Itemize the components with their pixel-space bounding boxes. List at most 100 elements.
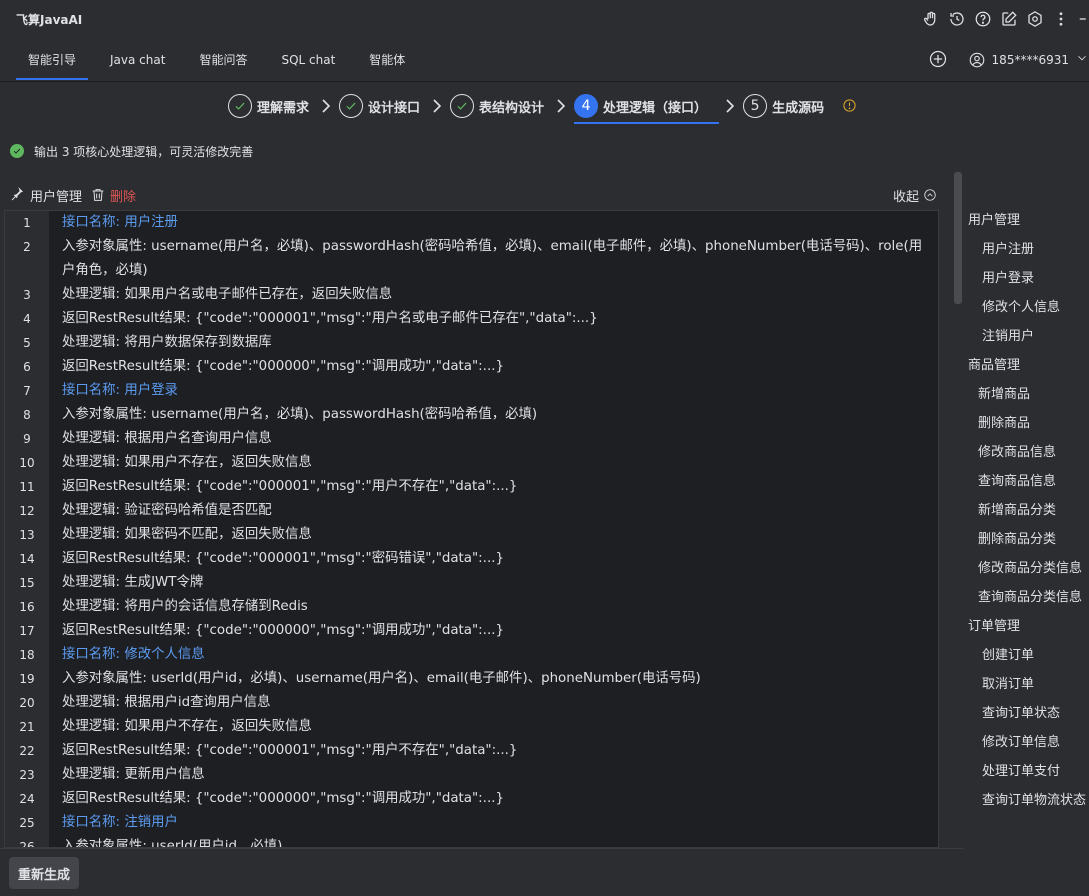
step-label: 处理逻辑（接口） <box>603 100 708 116</box>
step-understand-requirements[interactable]: 理解需求 <box>228 88 313 124</box>
tab-smart-guide[interactable]: 智能引导 <box>16 38 89 82</box>
chevron-down-icon <box>1075 51 1089 68</box>
nav-item[interactable]: 删除商品 <box>962 409 1089 438</box>
code-text[interactable]: 处理逻辑: 如果用户不存在，返回失败信息 <box>49 451 938 475</box>
code-text[interactable]: 返回RestResult结果: {"code":"000001","msg":"… <box>49 475 938 499</box>
line-number: 19 <box>19 672 35 686</box>
code-line: 12 处理逻辑: 验证密码哈希值是否匹配 <box>5 499 938 523</box>
nav-item[interactable]: 用户注册 <box>962 235 1089 264</box>
tab-smart-qa[interactable]: 智能问答 <box>187 38 259 82</box>
logic-editor[interactable]: 1 接口名称: 用户注册 2 入参对象属性: username(用户名，必填)、pas… <box>4 210 939 848</box>
interface-name-line[interactable]: 接口名称: 用户注册 <box>49 211 938 235</box>
line-number: 26 <box>19 840 35 848</box>
edit-icon[interactable] <box>999 9 1019 29</box>
check-icon <box>450 94 475 118</box>
code-text[interactable]: 处理逻辑: 根据用户名查询用户信息 <box>49 427 938 451</box>
line-number: 11 <box>19 480 35 494</box>
minimize-icon[interactable] <box>1077 9 1087 29</box>
nav-item[interactable]: 取消订单 <box>962 670 1089 699</box>
step-table-design[interactable]: 表结构设计 <box>450 88 548 124</box>
nav-item[interactable]: 修改订单信息 <box>962 728 1089 757</box>
line-number: 2 <box>23 240 31 254</box>
code-line: 19 入参对象属性: userId(用户id，必填)、username(用户名)、… <box>5 667 938 691</box>
interface-name-line[interactable]: 接口名称: 注销用户 <box>49 811 938 835</box>
trash-icon <box>92 189 104 201</box>
code-text[interactable]: 返回RestResult结果: {"code":"000001","msg":"… <box>49 307 938 331</box>
code-text[interactable]: 处理逻辑: 生成JWT令牌 <box>49 571 938 595</box>
settings-icon[interactable] <box>1025 9 1045 29</box>
interface-name-line[interactable]: 接口名称: 修改个人信息 <box>49 643 938 667</box>
check-icon <box>339 94 364 118</box>
line-number: 16 <box>19 600 35 614</box>
nav-item[interactable]: 创建订单 <box>962 641 1089 670</box>
nav-item[interactable]: 修改商品信息 <box>962 438 1089 467</box>
nav-item[interactable]: 修改商品分类信息 <box>962 554 1089 583</box>
code-line: 17 返回RestResult结果: {"code":"000000","msg"… <box>5 619 938 643</box>
code-text[interactable]: 入参对象属性: userId(用户id，必填) <box>49 835 938 847</box>
tab-sql-chat[interactable]: SQL chat <box>269 38 347 82</box>
new-session-button[interactable] <box>928 49 950 71</box>
chevron-right-icon <box>426 88 448 124</box>
code-text[interactable]: 处理逻辑: 如果用户不存在，返回失败信息 <box>49 715 938 739</box>
line-number: 23 <box>19 768 35 782</box>
code-text[interactable]: 入参对象属性: userId(用户id，必填)、username(用户名)、em… <box>49 667 938 691</box>
code-text[interactable]: 处理逻辑: 将用户数据保存到数据库 <box>49 331 938 355</box>
nav-item[interactable]: 新增商品 <box>962 380 1089 409</box>
nav-item[interactable]: 用户登录 <box>962 264 1089 293</box>
nav-item[interactable]: 删除商品分类 <box>962 525 1089 554</box>
step-generate-source[interactable]: 5 生成源码 <box>743 88 828 124</box>
code-text[interactable]: 返回RestResult结果: {"code":"000001","msg":"… <box>49 547 938 571</box>
user-icon <box>969 52 984 67</box>
line-number: 21 <box>19 720 35 734</box>
code-text[interactable]: 处理逻辑: 更新用户信息 <box>49 763 938 787</box>
nav-item[interactable]: 查询订单物流状态 <box>962 786 1089 815</box>
info-warning-icon[interactable] <box>842 98 858 114</box>
code-text[interactable]: 返回RestResult结果: {"code":"000000","msg":"… <box>49 787 938 811</box>
history-icon[interactable] <box>947 9 967 29</box>
nav-item[interactable]: 查询商品分类信息 <box>962 583 1089 612</box>
code-text[interactable]: 入参对象属性: username(用户名，必填)、passwordHash(密码… <box>49 235 938 283</box>
code-text[interactable]: 入参对象属性: username(用户名，必填)、passwordHash(密码… <box>49 403 938 427</box>
nav-item[interactable]: 查询订单状态 <box>962 699 1089 728</box>
line-number: 25 <box>19 816 35 830</box>
title-toolbar <box>921 0 1089 38</box>
chevron-right-icon <box>719 88 741 124</box>
step-number: 4 <box>574 94 599 118</box>
interface-name-line[interactable]: 接口名称: 用户登录 <box>49 379 938 403</box>
nav-item[interactable]: 注销用户 <box>962 322 1089 351</box>
nav-item[interactable]: 新增商品分类 <box>962 496 1089 525</box>
code-text[interactable]: 返回RestResult结果: {"code":"000000","msg":"… <box>49 619 938 643</box>
code-text[interactable]: 处理逻辑: 如果密码不匹配，返回失败信息 <box>49 523 938 547</box>
hand-icon[interactable] <box>921 9 941 29</box>
vertical-scrollbar[interactable] <box>954 172 962 304</box>
nav-group[interactable]: 用户管理 <box>962 206 1089 235</box>
nav-item[interactable]: 处理订单支付 <box>962 757 1089 786</box>
step-processing-logic[interactable]: 4 处理逻辑（接口） <box>574 88 720 124</box>
code-text[interactable]: 处理逻辑: 将用户的会话信息存储到Redis <box>49 595 938 619</box>
line-number: 6 <box>23 360 31 374</box>
more-vertical-icon[interactable] <box>1051 9 1071 29</box>
user-account-menu[interactable]: 185****6931 <box>968 51 1089 69</box>
tab-agent[interactable]: 智能体 <box>357 38 417 82</box>
nav-group[interactable]: 商品管理 <box>962 351 1089 380</box>
nav-item[interactable]: 修改个人信息 <box>962 293 1089 322</box>
step-number: 5 <box>743 94 768 118</box>
code-line: 23 处理逻辑: 更新用户信息 <box>5 763 938 787</box>
nav-group[interactable]: 订单管理 <box>962 612 1089 641</box>
code-text[interactable]: 处理逻辑: 根据用户id查询用户信息 <box>49 691 938 715</box>
nav-item[interactable]: 查询商品信息 <box>962 467 1089 496</box>
collapse-button[interactable]: 收起 <box>893 186 937 205</box>
line-number: 24 <box>19 792 35 806</box>
code-line: 18 接口名称: 修改个人信息 <box>5 643 938 667</box>
delete-section-button[interactable]: 删除 <box>90 186 136 205</box>
code-text[interactable]: 处理逻辑: 如果用户名或电子邮件已存在，返回失败信息 <box>49 283 938 307</box>
code-line: 11 返回RestResult结果: {"code":"000001","msg"… <box>5 475 938 499</box>
step-design-interface[interactable]: 设计接口 <box>339 88 424 124</box>
code-text[interactable]: 返回RestResult结果: {"code":"000001","msg":"… <box>49 739 938 763</box>
help-icon[interactable] <box>973 9 993 29</box>
code-text[interactable]: 返回RestResult结果: {"code":"000000","msg":"… <box>49 355 938 379</box>
code-text[interactable]: 处理逻辑: 验证密码哈希值是否匹配 <box>49 499 938 523</box>
regenerate-button[interactable]: 重新生成 <box>9 857 79 889</box>
tab-java-chat[interactable]: Java chat <box>98 38 177 82</box>
line-number: 5 <box>23 336 31 350</box>
